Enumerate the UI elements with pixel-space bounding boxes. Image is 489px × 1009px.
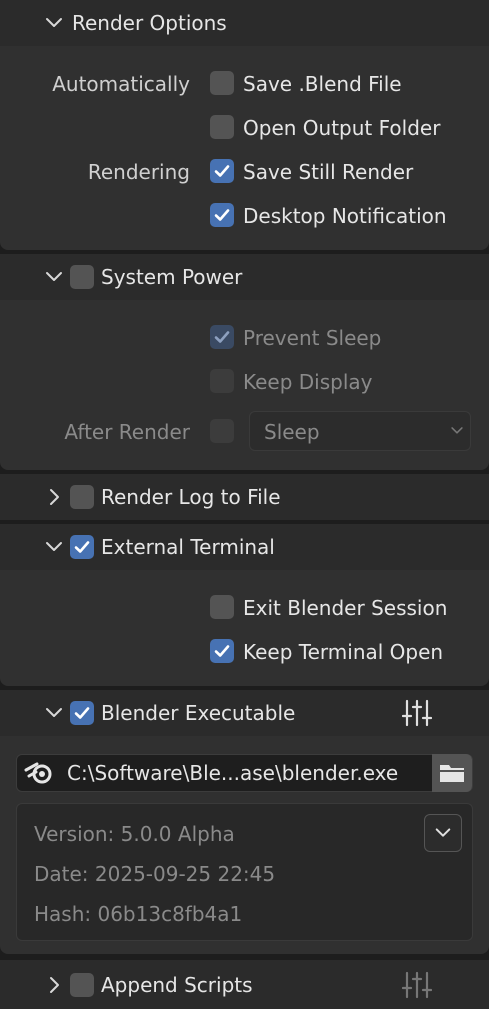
desktop-notification-label[interactable]: Desktop Notification [243, 204, 447, 228]
chevron-right-icon [50, 489, 59, 505]
chevron-down-icon [46, 272, 62, 281]
prevent-sleep-checkbox[interactable] [210, 325, 234, 349]
exit-session-label[interactable]: Exit Blender Session [243, 596, 447, 620]
system-power-checkbox[interactable] [70, 265, 94, 289]
checkmark-icon [214, 645, 230, 657]
chevron-down-icon [46, 708, 62, 717]
system-power-header[interactable]: System Power [0, 254, 489, 300]
render-log-header[interactable]: Render Log to File [0, 474, 489, 520]
date-text: Date: 2025-09-25 22:45 [34, 862, 276, 886]
exit-session-checkbox[interactable] [210, 595, 234, 619]
chevron-down-icon [46, 542, 62, 551]
open-output-label[interactable]: Open Output Folder [243, 116, 440, 140]
external-terminal-checkbox[interactable] [70, 535, 94, 559]
chevron-down-icon [435, 828, 451, 837]
render-log-checkbox[interactable] [70, 485, 94, 509]
folder-icon [440, 765, 464, 782]
after-render-label: After Render [64, 420, 190, 444]
panel-title: Render Log to File [101, 485, 281, 509]
panel-title: Render Options [72, 11, 227, 35]
blender-logo-icon [24, 762, 52, 784]
desktop-notification-checkbox[interactable] [210, 203, 234, 227]
automatically-label: Automatically [52, 72, 190, 96]
checkmark-icon [214, 165, 230, 177]
checkmark-icon [214, 209, 230, 221]
external-terminal-header[interactable]: External Terminal [0, 524, 489, 570]
checkmark-icon [74, 541, 90, 553]
prevent-sleep-label[interactable]: Prevent Sleep [243, 326, 381, 350]
save-still-label[interactable]: Save Still Render [243, 160, 413, 184]
panel-title: External Terminal [101, 535, 275, 559]
keep-display-checkbox[interactable] [210, 369, 234, 393]
after-render-select[interactable]: Sleep [249, 411, 471, 451]
save-blend-label[interactable]: Save .Blend File [243, 72, 402, 96]
panel-title: System Power [101, 265, 243, 289]
blender-executable-header[interactable]: Blender Executable [0, 690, 489, 736]
panel-title: Blender Executable [101, 701, 296, 725]
after-render-value: Sleep [264, 420, 320, 444]
chevron-down-icon [46, 18, 62, 27]
chevron-down-icon [451, 427, 463, 434]
expand-info-button[interactable] [424, 814, 462, 852]
render-options-header[interactable]: Render Options [0, 0, 489, 46]
append-scripts-checkbox[interactable] [70, 973, 94, 997]
keep-display-label[interactable]: Keep Display [243, 370, 373, 394]
executable-info-box: Version: 5.0.0 Alpha Date: 2025-09-25 22… [16, 803, 473, 941]
sliders-icon[interactable] [402, 971, 432, 999]
sliders-icon[interactable] [402, 699, 432, 727]
keep-terminal-open-checkbox[interactable] [210, 639, 234, 663]
open-output-checkbox[interactable] [210, 115, 234, 139]
append-scripts-header[interactable]: Append Scripts [0, 960, 489, 1009]
keep-terminal-open-label[interactable]: Keep Terminal Open [243, 640, 443, 664]
hash-text: Hash: 06b13c8fb4a1 [34, 902, 243, 926]
save-blend-checkbox[interactable] [210, 71, 234, 95]
executable-path-value: C:\Software\Ble...ase\blender.exe [67, 761, 399, 785]
rendering-label: Rendering [87, 160, 190, 184]
blender-executable-checkbox[interactable] [70, 701, 94, 725]
panel-title: Append Scripts [101, 973, 253, 997]
chevron-right-icon [50, 977, 59, 993]
version-text: Version: 5.0.0 Alpha [34, 822, 235, 846]
checkmark-icon [214, 331, 230, 343]
external-terminal-panel [0, 570, 489, 686]
executable-path-field[interactable]: C:\Software\Ble...ase\blender.exe [16, 754, 473, 792]
checkmark-icon [74, 707, 90, 719]
after-render-checkbox[interactable] [210, 419, 234, 443]
browse-folder-button[interactable] [432, 754, 472, 792]
save-still-checkbox[interactable] [210, 159, 234, 183]
